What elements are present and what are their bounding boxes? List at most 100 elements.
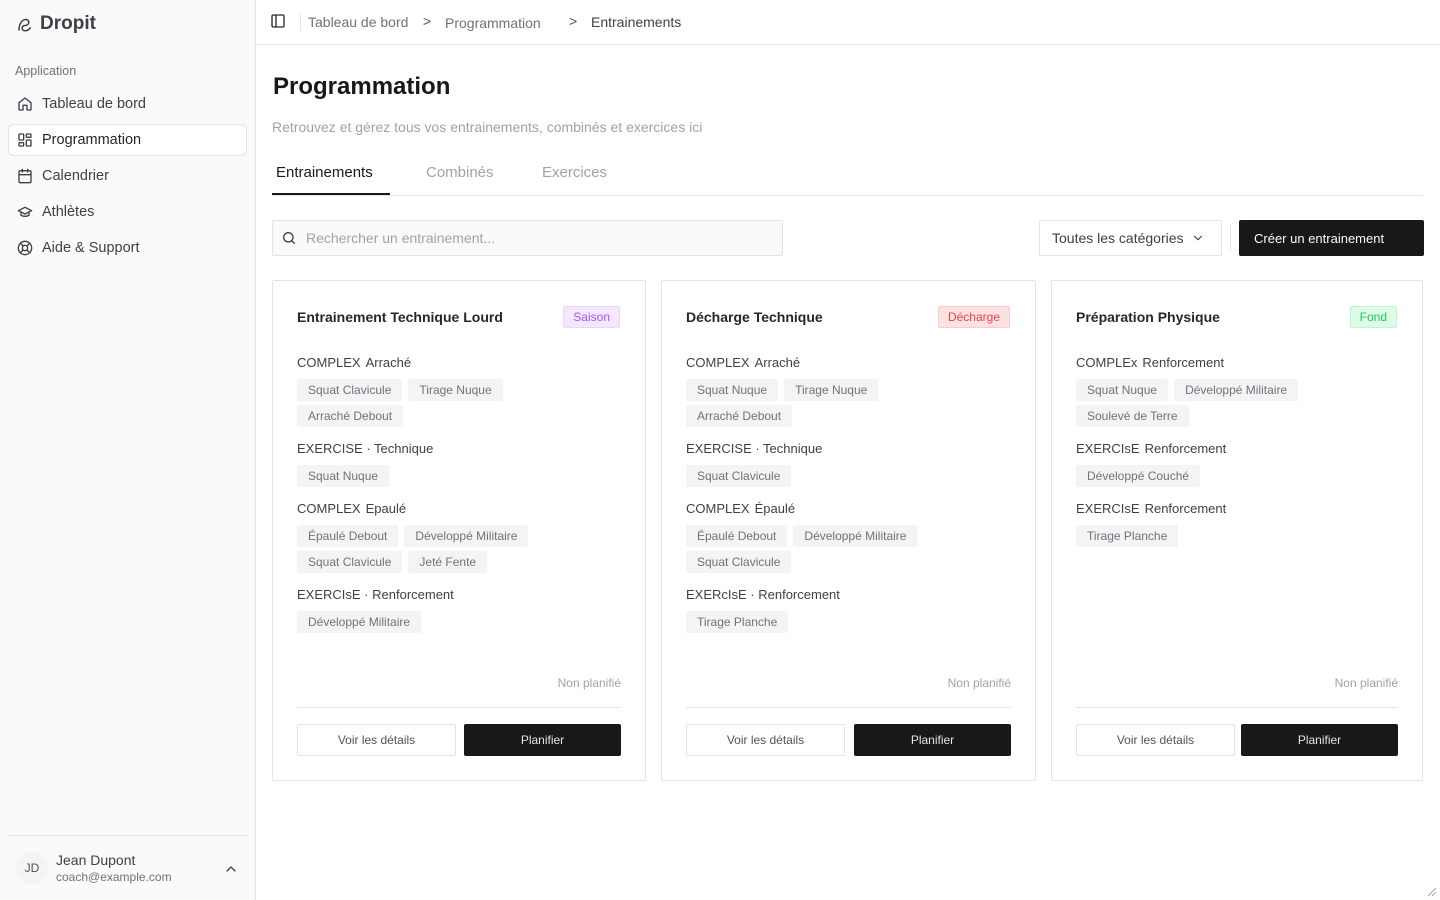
category-badge: Fond <box>1349 306 1397 328</box>
page-subtitle: Retrouvez et gérez tous vos entrainement… <box>272 119 703 135</box>
sidebar-item-aide-support[interactable]: Aide & Support <box>8 232 247 264</box>
training-block: EXERCISE · Technique Squat Clavicule <box>686 441 1011 487</box>
exercise-chip: Épaulé Debout <box>686 525 788 547</box>
exercise-chips: Squat Clavicule Tirage Nuque Arraché Debou… <box>297 379 557 427</box>
search-input[interactable] <box>306 230 766 246</box>
view-details-button[interactable]: Voir les détails <box>1076 724 1235 756</box>
sidebar-item-athletes[interactable]: Athlètes <box>8 196 247 228</box>
resize-handle-icon[interactable] <box>1425 885 1437 897</box>
calendar-icon <box>18 168 32 184</box>
exercise-chip: Arraché Debout <box>686 405 793 427</box>
brand[interactable]: Dropit <box>16 13 96 35</box>
sidebar: Dropit Application Tableau de bord Progr… <box>0 0 256 900</box>
user-menu[interactable]: JD Jean Dupont coach@example.com <box>8 835 247 900</box>
block-header: EXERCIsE Renforcement <box>1076 501 1398 517</box>
exercise-chip: Épaulé Debout <box>297 525 399 547</box>
user-name: Jean Dupont <box>56 852 136 868</box>
training-block: EXERCISE · Technique Squat Nuque <box>297 441 621 487</box>
plan-button[interactable]: Planifier <box>1241 724 1398 756</box>
sidebar-item-label: Calendrier <box>42 168 109 184</box>
create-training-button[interactable]: Créer un entrainement <box>1239 220 1424 256</box>
plan-button[interactable]: Planifier <box>464 724 621 756</box>
block-name: Renforcement <box>1144 501 1227 516</box>
exercise-chips: Développé Couché <box>1076 465 1336 487</box>
tab-entrainements[interactable]: Entrainements <box>276 164 373 181</box>
exercise-chip: Squat Clavicule <box>686 465 792 487</box>
training-block: EXERcIsE · Renforcement Tirage Planche <box>686 587 1011 633</box>
card-preparation-physique: Préparation Physique Fond COMPLEx Renforcem… <box>1051 280 1423 781</box>
planning-status: Non planifié <box>557 676 621 690</box>
breadcrumb-separator: > <box>423 13 432 29</box>
card-blocks: COMPLEx Renforcement Squat Nuque Développé … <box>1076 355 1398 561</box>
block-header: COMPLEX Arraché <box>297 355 621 371</box>
card-title: Décharge Technique <box>686 309 823 325</box>
exercise-chips: Tirage Planche <box>686 611 946 633</box>
chevron-up-icon <box>226 866 236 872</box>
exercise-chip: Squat Nuque <box>686 379 779 401</box>
block-type: COMPLEx <box>1076 355 1138 370</box>
training-block: COMPLEX Épaulé Épaulé Debout Développé Mili… <box>686 501 1011 573</box>
exercise-chip: Tirage Nuque <box>408 379 503 401</box>
exercise-chip: Squat Clavicule <box>686 551 792 573</box>
training-block: EXERCIsE Renforcement Développé Couché <box>1076 441 1398 487</box>
life-buoy-icon <box>17 240 33 256</box>
block-name: Renforcement <box>1144 441 1227 456</box>
exercise-chip: Jeté Fente <box>408 551 488 573</box>
divider <box>1230 225 1231 251</box>
exercise-chip: Soulevé de Terre <box>1076 405 1189 427</box>
card-blocks: COMPLEX Arraché Squat Clavicule Tirage Nuqu… <box>297 355 621 647</box>
sidebar-item-label: Tableau de bord <box>42 96 146 112</box>
sidebar-item-label: Programmation <box>42 132 142 148</box>
sidebar-item-programmation[interactable]: Programmation <box>8 124 247 156</box>
card-title: Préparation Physique <box>1076 309 1220 325</box>
block-name: Arraché <box>754 355 801 370</box>
app-name: Dropit <box>40 13 96 34</box>
exercise-chip: Tirage Nuque <box>784 379 879 401</box>
exercise-chip: Tirage Planche <box>686 611 789 633</box>
sidebar-item-label: Athlètes <box>42 204 95 220</box>
sidebar-group-label: Application <box>15 64 77 78</box>
view-details-button[interactable]: Voir les détails <box>297 724 456 756</box>
tab-exercices[interactable]: Exercices <box>542 164 607 181</box>
block-header: COMPLEx Renforcement <box>1076 355 1398 371</box>
exercise-chips: Squat Nuque Développé Militaire Soulevé de… <box>1076 379 1336 427</box>
block-type: EXERCIsE · Renforcement <box>297 587 454 602</box>
planning-status: Non planifié <box>1334 676 1398 690</box>
planning-status: Non planifié <box>947 676 1011 690</box>
breadcrumb-dashboard[interactable]: Tableau de bord <box>308 14 408 30</box>
training-block: EXERCIsE · Renforcement Développé Militai… <box>297 587 621 633</box>
sidebar-item-dashboard[interactable]: Tableau de bord <box>8 88 247 120</box>
block-name: Epaulé <box>365 501 407 516</box>
block-type: EXERCISE · Technique <box>686 441 823 456</box>
card-decharge-technique: Décharge Technique Décharge COMPLEX Arraché… <box>661 280 1036 781</box>
block-name: Arraché <box>365 355 412 370</box>
card-entrainement-technique-lourd: Entrainement Technique Lourd Saison COMPLE… <box>272 280 646 781</box>
block-type: EXERCIsE <box>1076 501 1140 516</box>
user-info: Jean Dupont coach@example.com <box>56 852 172 884</box>
sidebar-toggle-icon[interactable] <box>270 13 286 29</box>
category-badge: Décharge <box>937 306 1010 328</box>
exercise-chips: Squat Clavicule <box>686 465 946 487</box>
view-details-button[interactable]: Voir les détails <box>686 724 845 756</box>
user-email: coach@example.com <box>56 870 172 884</box>
exercise-chip: Squat Clavicule <box>297 551 403 573</box>
plan-button[interactable]: Planifier <box>854 724 1011 756</box>
exercise-chips: Squat Nuque <box>297 465 557 487</box>
block-header: EXERCISE · Technique <box>686 441 1011 457</box>
exercise-chip: Tirage Planche <box>1076 525 1179 547</box>
avatar: JD <box>16 852 48 884</box>
exercise-chips: Squat Nuque Tirage Nuque Arraché Debout <box>686 379 946 427</box>
sidebar-item-calendrier[interactable]: Calendrier <box>8 160 247 192</box>
topbar: Tableau de bord > Programmation > Entrai… <box>256 0 1440 45</box>
category-select[interactable]: Toutes les catégories <box>1039 220 1222 256</box>
exercise-chip: Développé Militaire <box>404 525 529 547</box>
exercise-chip: Développé Militaire <box>297 611 422 633</box>
block-name: Renforcement <box>1142 355 1225 370</box>
block-header: EXERCIsE · Renforcement <box>297 587 621 603</box>
divider <box>1076 707 1398 708</box>
block-type: COMPLEX <box>297 355 361 370</box>
breadcrumb-programmation[interactable]: Programmation <box>445 15 541 31</box>
block-header: COMPLEX Arraché <box>686 355 1011 371</box>
tab-combines[interactable]: Combinés <box>426 164 494 181</box>
breadcrumb-current: Entrainements <box>591 14 682 30</box>
